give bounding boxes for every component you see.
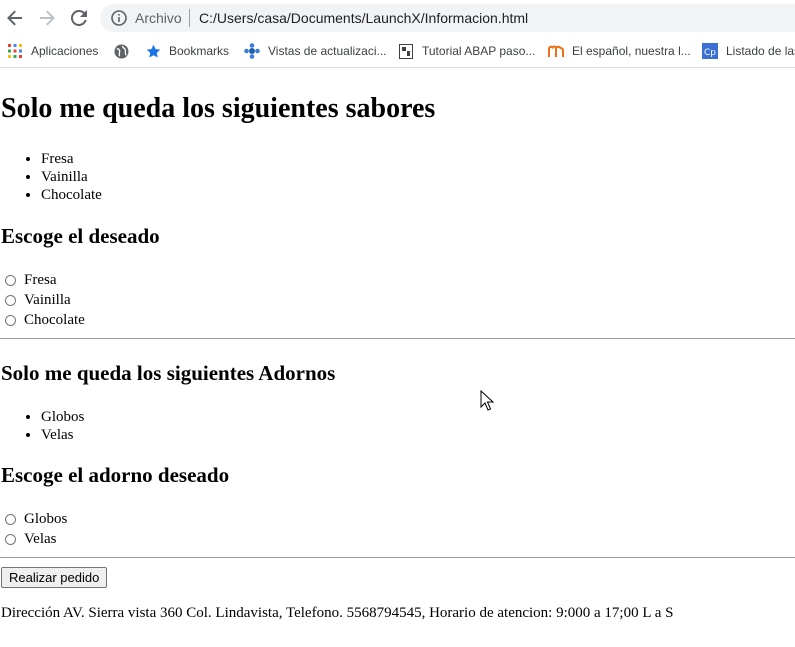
svg-text:Cp: Cp (704, 48, 716, 58)
bookmark-espanol[interactable]: El español, nuestra l... (548, 42, 691, 60)
flavor-option-chocolate[interactable]: Chocolate (5, 310, 85, 330)
star-icon (145, 43, 161, 59)
bookmark-bookmarks[interactable]: Bookmarks (145, 42, 229, 60)
radio-button[interactable] (5, 274, 16, 286)
radio-label: Fresa (24, 271, 57, 288)
list-item: Chocolate (41, 186, 102, 204)
decorations-heading: Solo me queda los siguientes Adornos (1, 361, 336, 385)
reload-icon (71, 10, 87, 26)
scheme-label: Archivo (135, 10, 182, 26)
apps-grid-icon (7, 43, 23, 59)
radio-button[interactable] (5, 533, 16, 545)
bookmark-listado[interactable]: Cp Listado de las (702, 42, 795, 60)
bookmark-vistas[interactable]: Vistas de actualizaci... (244, 42, 387, 60)
choose-decoration-heading: Escoge el adorno deseado (1, 463, 230, 487)
flavor-option-fresa[interactable]: Fresa (5, 270, 57, 290)
m-logo-icon (548, 43, 564, 59)
bookmarks-bar: Aplicaciones Bookmarks Vistas de actuali… (0, 36, 795, 68)
bookmark-tutorial-abap[interactable]: Tutorial ABAP paso... (398, 42, 535, 60)
gear-flower-icon (244, 43, 260, 59)
page-icon (398, 43, 414, 59)
decorations-list: Globos Velas (0, 408, 84, 444)
reload-button[interactable] (68, 7, 90, 29)
bookmark-apps[interactable]: Aplicaciones (7, 42, 98, 60)
cp-logo-icon: Cp (702, 43, 718, 59)
page-title: Solo me queda los siguientes sabores (1, 93, 436, 124)
address-bar[interactable]: Archivo C:/Users/casa/Documents/LaunchX/… (100, 4, 795, 32)
submit-order-button[interactable]: Realizar pedido (1, 567, 108, 588)
radio-label: Vainilla (24, 291, 71, 308)
forward-arrow-icon (40, 10, 55, 26)
bookmark-label: El español, nuestra l... (572, 44, 691, 58)
bookmark-label: Tutorial ABAP paso... (422, 44, 536, 58)
radio-button[interactable] (5, 314, 16, 326)
radio-label: Chocolate (24, 311, 85, 328)
list-item: Globos (41, 408, 84, 426)
list-item: Velas (41, 426, 84, 444)
radio-button[interactable] (5, 513, 16, 525)
back-arrow-icon (7, 10, 22, 26)
radio-label: Velas (24, 530, 57, 547)
decoration-option-velas[interactable]: Velas (5, 529, 57, 549)
info-icon[interactable] (111, 10, 127, 26)
flavor-option-vainilla[interactable]: Vainilla (5, 290, 71, 310)
footer-address: Dirección AV. Sierra vista 360 Col. Lind… (1, 605, 674, 621)
address-separator (189, 9, 190, 27)
bookmark-label: Bookmarks (169, 44, 230, 58)
divider (0, 557, 795, 558)
radio-button[interactable] (5, 294, 16, 306)
mouse-cursor-icon (480, 390, 494, 411)
back-button[interactable] (4, 7, 26, 29)
browser-toolbar: Archivo C:/Users/casa/Documents/LaunchX/… (0, 0, 795, 36)
bookmark-globe[interactable] (113, 42, 137, 60)
choose-flavor-heading: Escoge el deseado (1, 224, 160, 248)
forward-button[interactable] (36, 7, 58, 29)
bookmark-label: Aplicaciones (31, 44, 99, 58)
url-text[interactable]: C:/Users/casa/Documents/LaunchX/Informac… (199, 10, 528, 26)
bookmark-label: Vistas de actualizaci... (268, 44, 387, 58)
flavors-list: Fresa Vainilla Chocolate (0, 150, 102, 204)
decoration-option-globos[interactable]: Globos (5, 509, 67, 529)
list-item: Vainilla (41, 168, 102, 186)
radio-label: Globos (24, 510, 68, 527)
bookmark-label: Listado de las (726, 44, 795, 58)
divider (0, 338, 795, 339)
globe-icon (113, 43, 129, 59)
list-item: Fresa (41, 150, 102, 168)
